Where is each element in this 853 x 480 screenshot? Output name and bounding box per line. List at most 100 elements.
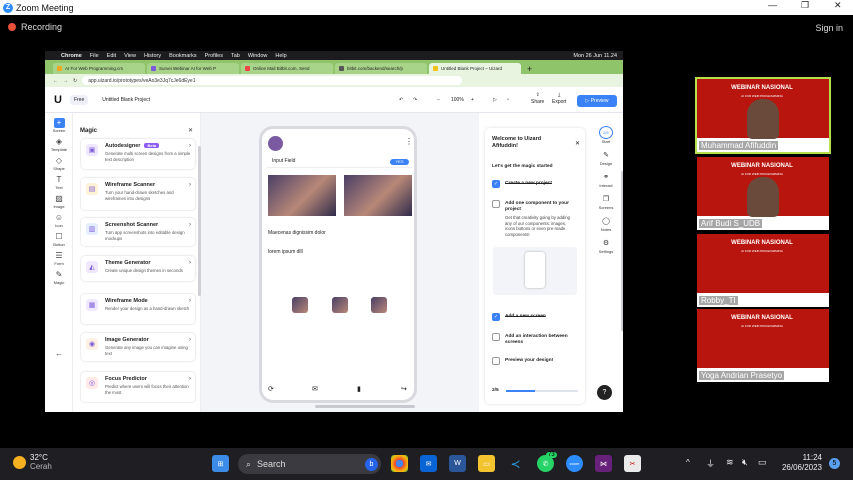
- word-icon[interactable]: W: [449, 455, 466, 472]
- rail-image[interactable]: ▨ Image: [45, 194, 73, 209]
- rail-design[interactable]: ✎ Design: [593, 150, 619, 166]
- rail-shape[interactable]: ◇ Shape: [45, 156, 73, 171]
- minimize-icon[interactable]: —: [768, 0, 777, 10]
- mail-app-icon[interactable]: ✉: [420, 455, 437, 472]
- volume-muted-icon[interactable]: 🔇︎: [742, 457, 748, 468]
- onboarding-step[interactable]: Add a new screen: [505, 314, 577, 320]
- menu-help[interactable]: Help: [275, 53, 286, 59]
- collapse-icon[interactable]: ←: [45, 349, 73, 359]
- rail-screen[interactable]: + Screen: [45, 118, 73, 133]
- magic-card[interactable]: ◎ Focus Predictor Predict where users will…: [81, 372, 195, 402]
- checked-checkbox-icon[interactable]: ✓: [492, 180, 500, 188]
- rail-template[interactable]: ◈ Template: [45, 137, 73, 152]
- rail-form[interactable]: ☰ Form: [45, 251, 73, 266]
- onboarding-step[interactable]: Preview your design!: [505, 358, 577, 364]
- url-input[interactable]: app.uizard.io/prototypes/veAo3e3Jq7cJe6d…: [82, 76, 463, 85]
- taskbar-search[interactable]: ⌕ Search b: [238, 454, 381, 474]
- magic-card[interactable]: ▦ Wireframe Mode Render your design as a h…: [81, 294, 195, 324]
- onboarding-step[interactable]: Create a new project: [505, 181, 577, 187]
- rail-text[interactable]: T Text: [45, 175, 73, 190]
- share-icon[interactable]: ↪: [401, 385, 407, 393]
- magic-card[interactable]: ▤ Wireframe Scanner Turn your hand-drawn s…: [81, 178, 195, 210]
- rail-notes[interactable]: ◯ Notes: [593, 216, 619, 232]
- notification-badge[interactable]: 5: [829, 458, 840, 469]
- close-magic-icon[interactable]: ✕: [188, 127, 193, 134]
- unchecked-checkbox-icon[interactable]: [492, 333, 500, 341]
- preview-button[interactable]: ▷ Preview: [577, 95, 617, 107]
- zoom-out-icon[interactable]: −: [437, 97, 440, 103]
- browser-tab[interactable]: AI For Web Programming.cm: [53, 63, 145, 74]
- rail-button[interactable]: ☐ Button: [45, 232, 73, 247]
- project-title[interactable]: Untitled Blank Project: [102, 97, 150, 103]
- browser-tab[interactable]: Online Mail Bitbit.com, Send: [241, 63, 333, 74]
- wifi-icon[interactable]: ≋: [726, 457, 734, 468]
- rail-settings[interactable]: ⚙ Settings: [593, 238, 619, 254]
- zoom-in-icon[interactable]: +: [471, 97, 474, 103]
- uizard-logo-icon[interactable]: U: [54, 94, 62, 106]
- phone-screen[interactable]: ⋮ Input Field YES Maecenas dignissim dol…: [259, 126, 417, 403]
- menu-view[interactable]: View: [124, 53, 136, 59]
- back-icon[interactable]: ←: [53, 78, 58, 84]
- snipping-tool-icon[interactable]: ✂: [624, 455, 641, 472]
- menu-profiles[interactable]: Profiles: [205, 53, 223, 59]
- reload-icon[interactable]: ↻: [73, 78, 77, 84]
- more-vert-icon[interactable]: ⋮: [405, 137, 413, 146]
- yes-badge[interactable]: YES: [390, 159, 409, 165]
- redo-icon[interactable]: ↷: [413, 97, 417, 103]
- weather-widget[interactable]: 32°C Cerah: [13, 453, 52, 471]
- image-placeholder[interactable]: [344, 175, 412, 216]
- onboarding-step[interactable]: Add one component to your project: [505, 201, 577, 213]
- chevron-up-icon[interactable]: ^: [686, 458, 690, 467]
- vscode-icon[interactable]: ≺: [507, 455, 524, 472]
- canvas-scrollbar[interactable]: [315, 405, 415, 408]
- image-placeholder[interactable]: [268, 175, 336, 216]
- bookmark-icon[interactable]: ▮: [357, 385, 361, 393]
- right-scrollbar[interactable]: [621, 171, 623, 331]
- unchecked-checkbox-icon[interactable]: [492, 200, 500, 208]
- refresh-icon[interactable]: ⟳: [268, 385, 274, 393]
- close-icon[interactable]: ✕: [834, 0, 842, 11]
- share-button[interactable]: ⇪ Share: [531, 92, 544, 106]
- microphone-icon[interactable]: ⏚: [706, 457, 715, 470]
- new-tab-icon[interactable]: +: [527, 64, 532, 74]
- phone-body[interactable]: lorem ipsum dlll: [268, 249, 303, 255]
- battery-icon[interactable]: ▭: [758, 457, 767, 468]
- bing-icon[interactable]: b: [365, 457, 378, 471]
- participant-video[interactable]: WEBINAR NASIONAL AI FOR WEB PROGRAMMING Yo…: [697, 309, 829, 382]
- cursor-icon[interactable]: ◔: [506, 97, 509, 103]
- browser-tab[interactable]: Survei Webinar AI for Web P: [147, 63, 239, 74]
- onboarding-step[interactable]: Add an interaction between screens: [505, 334, 577, 346]
- close-onboarding-icon[interactable]: ✕: [575, 140, 580, 147]
- menu-history[interactable]: History: [144, 53, 161, 59]
- magic-card[interactable]: ▣ Autodesigner Beta Generate multi screen d…: [81, 139, 195, 169]
- play-icon[interactable]: ▷: [493, 97, 497, 103]
- magic-card[interactable]: ◉ Image Generator Generate any image you c…: [81, 333, 195, 361]
- rail-start[interactable]: 2/4 Start: [593, 126, 619, 144]
- export-button[interactable]: ⤓ Export: [552, 92, 566, 106]
- rail-magic[interactable]: ✎ Magic: [45, 270, 73, 285]
- thumb-image[interactable]: [332, 297, 348, 313]
- menu-edit[interactable]: Edit: [107, 53, 116, 59]
- checked-checkbox-icon[interactable]: ✓: [492, 313, 500, 321]
- sign-in-link[interactable]: Sign in: [815, 23, 843, 33]
- restore-icon[interactable]: ❐: [801, 0, 809, 11]
- phone-heading[interactable]: Maecenas dignissim dolor: [268, 230, 326, 236]
- avatar[interactable]: [268, 136, 283, 151]
- rail-interact[interactable]: ⚭ Interact: [593, 172, 619, 188]
- chrome-icon[interactable]: [391, 455, 408, 472]
- menu-chrome[interactable]: Chrome: [61, 53, 82, 59]
- file-explorer-icon[interactable]: ▭: [478, 455, 495, 472]
- taskbar-clock[interactable]: 11:24 26/06/2023: [776, 453, 822, 473]
- menu-tab[interactable]: Tab: [231, 53, 240, 59]
- visual-studio-icon[interactable]: ⋈: [595, 455, 612, 472]
- menu-bookmarks[interactable]: Bookmarks: [169, 53, 197, 59]
- zoom-level[interactable]: 100%: [451, 97, 464, 103]
- rail-screens[interactable]: ❐ Screens: [593, 194, 619, 210]
- participant-video[interactable]: WEBINAR NASIONAL AI FOR WEB PROGRAMMING Ro…: [697, 234, 829, 307]
- forward-icon[interactable]: →: [63, 78, 68, 84]
- browser-tab-active[interactable]: Untitled Blank Project – Uizard: [429, 63, 521, 74]
- participant-video[interactable]: WEBINAR NASIONAL AI FOR WEB PROGRAMMING Mu…: [695, 77, 831, 154]
- browser-tab[interactable]: bitbit.com/backend/search/p: [335, 63, 427, 74]
- recording-indicator[interactable]: Recording: [8, 22, 62, 32]
- thumb-image[interactable]: [292, 297, 308, 313]
